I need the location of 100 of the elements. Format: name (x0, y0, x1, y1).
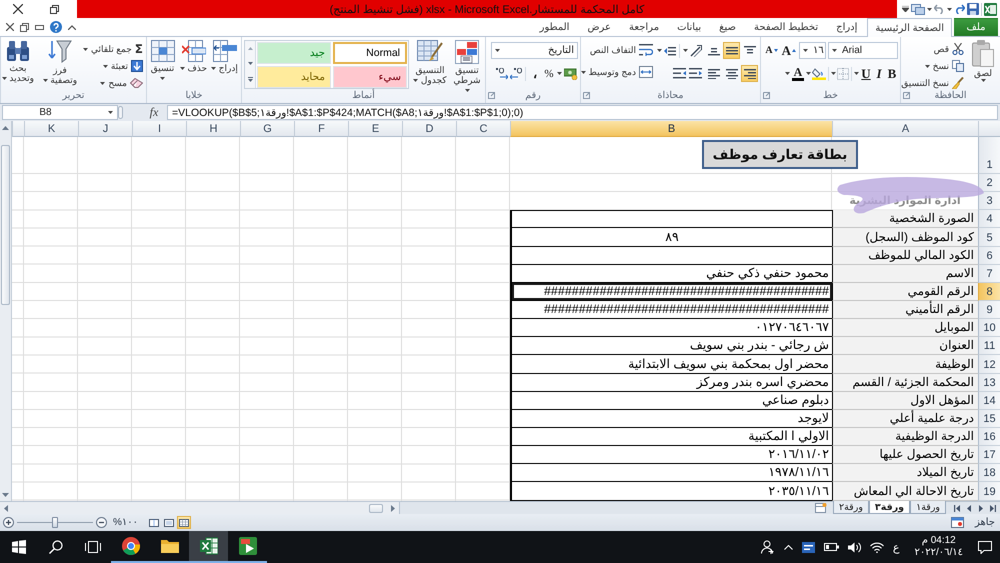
cell-style-option[interactable]: سيء (333, 66, 407, 88)
first-sheet-icon[interactable] (954, 504, 960, 512)
row-header[interactable]: 2 (978, 174, 1000, 192)
previous-sheet-icon[interactable] (967, 504, 972, 512)
taskbar-button[interactable] (189, 531, 228, 563)
people-icon[interactable] (760, 540, 775, 554)
insert-sheet-icon[interactable] (814, 503, 827, 513)
sheet-tab[interactable]: ورقة١ (910, 501, 946, 514)
search-icon[interactable] (48, 540, 62, 554)
close-icon[interactable] (6, 23, 14, 31)
font-size-field[interactable]: ١٦ (799, 42, 826, 59)
wrap-text-button[interactable]: التفاف النص (580, 42, 654, 58)
formula-field[interactable]: =VLOOKUP($B$5;ورقة١!$A$1:$P$424;MATCH($A8;ورقة١!$A$1:$P$1;0);0) (167, 105, 998, 120)
shrink-font-button[interactable]: A (764, 42, 779, 59)
row-header[interactable]: 6 (978, 246, 1000, 265)
zoom-in-icon[interactable] (3, 517, 14, 528)
row-header[interactable]: 8 (978, 282, 1000, 301)
column-header[interactable]: E (348, 121, 402, 137)
ribbon-tab[interactable]: تخطيط الصفحة (746, 18, 826, 36)
row-header[interactable]: 9 (978, 300, 1000, 320)
dialog-launcher-icon[interactable] (763, 92, 770, 99)
merge-center-button[interactable]: دمج وتوسيط (580, 64, 654, 80)
wifi-icon[interactable] (870, 542, 884, 552)
more-icon[interactable] (248, 77, 252, 82)
dialog-launcher-icon[interactable] (583, 92, 590, 99)
row-header[interactable]: 15 (978, 410, 1000, 428)
next-sheet-icon[interactable] (978, 504, 983, 512)
column-header[interactable]: D (402, 121, 456, 137)
view-button[interactable] (177, 516, 192, 529)
text-orientation-icon[interactable] (690, 44, 702, 56)
row-header[interactable]: 7 (978, 264, 1000, 283)
last-sheet-icon[interactable] (990, 504, 996, 512)
currency-icon[interactable] (564, 68, 578, 80)
row-header[interactable]: 16 (978, 428, 1000, 446)
number-format-field[interactable]: التاريخ (491, 42, 578, 59)
italic-button[interactable]: I (873, 65, 885, 82)
left-arrow-icon[interactable] (4, 504, 8, 512)
ribbon-tab[interactable]: مراجعة (621, 18, 668, 36)
cell-style-option[interactable]: جيد (257, 42, 331, 64)
undo-icon[interactable] (934, 4, 945, 14)
delete-cells-button[interactable]: حذف (179, 40, 208, 73)
customize-caret-icon[interactable] (902, 6, 909, 12)
column-header[interactable]: B (510, 121, 832, 137)
ribbon-tab[interactable]: عرض (579, 18, 620, 36)
insert-function-button[interactable]: fx (145, 105, 163, 120)
font-name-field[interactable]: Arial (828, 42, 898, 59)
battery-icon[interactable] (824, 543, 839, 551)
column-header[interactable]: C (456, 121, 510, 137)
ribbon-tab[interactable]: بيانات (669, 18, 710, 36)
column-header[interactable]: A (832, 121, 978, 137)
right-arrow-icon[interactable] (391, 504, 395, 512)
underline-button[interactable]: U (860, 65, 872, 82)
ribbon-tab[interactable]: صيغ (711, 18, 744, 36)
font-color-button[interactable]: A (791, 65, 805, 82)
notification-icon[interactable] (978, 540, 992, 554)
row-header[interactable]: 12 (978, 355, 1000, 374)
windows-logo-icon[interactable] (12, 540, 26, 554)
up-caret-icon[interactable] (784, 544, 793, 550)
row-header[interactable]: 4 (978, 210, 1000, 228)
ribbon-tab[interactable]: إدراج (828, 18, 866, 36)
horizontal-scrollbar[interactable] (0, 502, 400, 514)
macro-record-icon[interactable] (950, 517, 964, 528)
window-icon[interactable] (911, 4, 925, 14)
row-header[interactable]: 10 (978, 319, 1000, 338)
slider-thumb[interactable] (52, 517, 58, 528)
close-icon[interactable] (13, 4, 23, 14)
file-tab[interactable]: ملف (954, 18, 998, 36)
paste-button[interactable]: لصق (968, 40, 998, 82)
column-header[interactable]: F (294, 121, 348, 137)
copy-button[interactable]: نسخ (900, 58, 965, 74)
align-right-button[interactable] (741, 65, 758, 82)
name-box[interactable]: B8 (2, 105, 118, 120)
align-middle-button[interactable] (723, 42, 740, 59)
cell-style-option[interactable]: Normal (333, 42, 407, 64)
insert-cells-button[interactable]: إدراج (210, 40, 239, 73)
tray-app-icon[interactable] (802, 542, 815, 552)
row-header[interactable]: 17 (978, 446, 1000, 464)
dialog-launcher-icon[interactable] (903, 92, 910, 99)
find-select-button[interactable]: بحث وتحديد (0, 40, 38, 83)
increase-decimal-icon[interactable] (510, 68, 522, 80)
increase-indent-icon[interactable] (673, 68, 686, 79)
column-header[interactable]: H (186, 121, 240, 137)
save-icon[interactable] (967, 3, 979, 15)
view-button[interactable] (147, 516, 162, 529)
sheet-tab[interactable]: ورقة٣ (868, 501, 910, 514)
sort-filter-button[interactable]: فرز وتصفية (40, 40, 79, 85)
zoom-out-icon[interactable] (96, 517, 107, 528)
ribbon-tab[interactable]: الصفحة الرئيسية (867, 18, 952, 37)
up-arrow-icon[interactable] (2, 126, 9, 130)
zoom-level[interactable]: %١٠٠ (113, 517, 138, 528)
ribbon-tab[interactable]: المطور (532, 18, 578, 36)
view-button[interactable] (162, 516, 176, 529)
format-painter-button[interactable]: نسخ التنسيق (900, 75, 965, 91)
row-header[interactable]: 11 (978, 337, 1000, 356)
fill-button[interactable]: تعبئة (82, 58, 144, 74)
fill-color-icon[interactable] (812, 67, 826, 80)
percent-button[interactable]: % (543, 65, 555, 82)
format-as-table-button[interactable]: التنسيق كجدول (411, 40, 449, 85)
decrease-decimal-icon[interactable] (496, 68, 508, 80)
column-header[interactable]: K (24, 121, 78, 137)
